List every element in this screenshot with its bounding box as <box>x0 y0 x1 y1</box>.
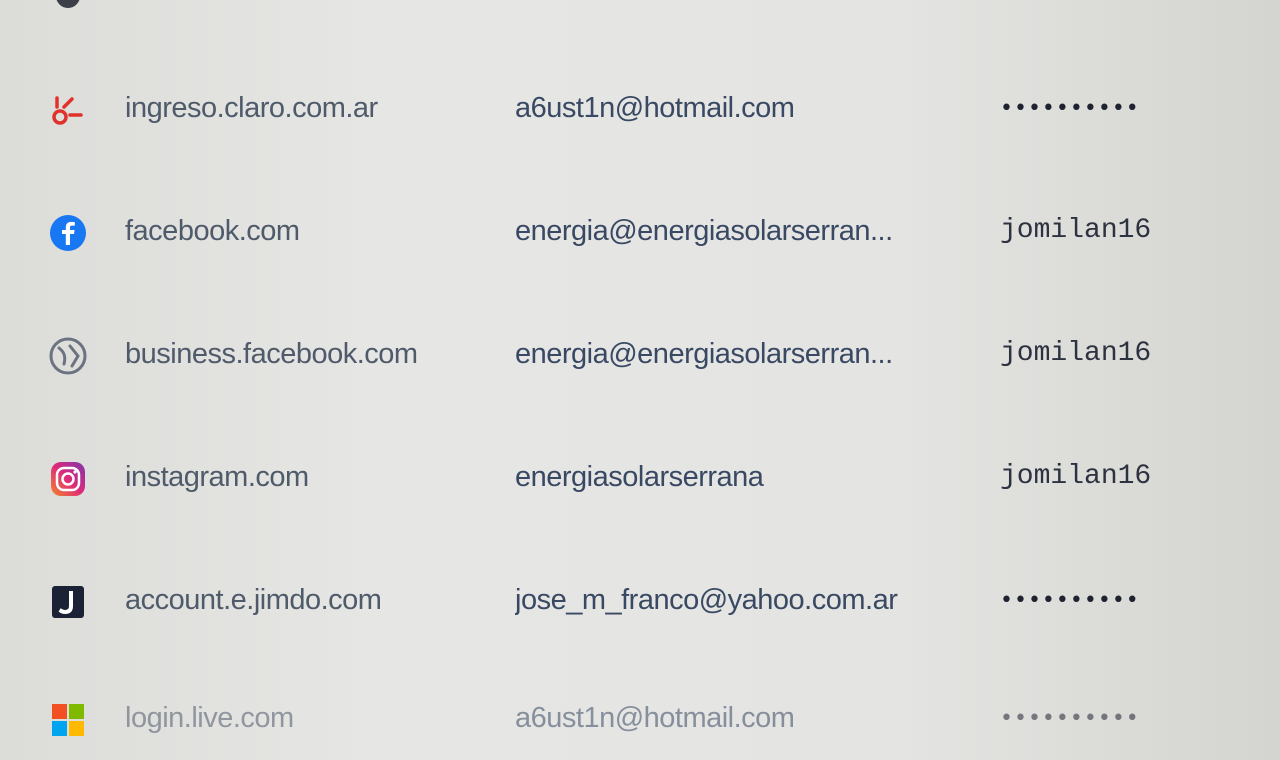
site-name: account.e.jimdo.com <box>125 584 382 616</box>
site-name: instagram.com <box>125 461 309 493</box>
site-name: ingreso.claro.com.ar <box>125 92 378 124</box>
password-masked: •••••••••• <box>1000 588 1140 613</box>
username: a6ust1n@hotmail.com <box>515 92 795 124</box>
site-name: login.live.com <box>125 702 294 734</box>
password-row[interactable]: facebook.com energia@energiasolarserran.… <box>0 193 1280 273</box>
password-masked: •••••••••• <box>1000 706 1140 731</box>
password-visible: jomilan16 <box>1000 461 1152 492</box>
saved-passwords-list: ingreso.claro.com.ar a6ust1n@hotmail.com… <box>0 0 1280 736</box>
password-row[interactable]: ingreso.claro.com.ar a6ust1n@hotmail.com… <box>0 70 1280 150</box>
password-row[interactable]: login.live.com a6ust1n@hotmail.com •••••… <box>0 680 1280 760</box>
password-visible: jomilan16 <box>1000 338 1152 369</box>
username: energia@energiasolarserran... <box>515 215 893 247</box>
password-row[interactable]: account.e.jimdo.com jose_m_franco@yahoo.… <box>0 562 1280 642</box>
username: jose_m_franco@yahoo.com.ar <box>515 584 898 616</box>
globe-icon <box>48 336 88 376</box>
username: energia@energiasolarserran... <box>515 338 893 370</box>
password-row[interactable]: instagram.com energiasolarserrana jomila… <box>0 439 1280 519</box>
facebook-icon <box>48 213 88 253</box>
password-masked: •••••••••• <box>1000 96 1140 121</box>
username: a6ust1n@hotmail.com <box>515 702 795 734</box>
site-name: business.facebook.com <box>125 338 418 370</box>
instagram-icon <box>48 459 88 499</box>
jimdo-icon <box>48 582 88 622</box>
claro-icon <box>48 90 88 130</box>
microsoft-icon <box>48 700 88 740</box>
password-row[interactable]: business.facebook.com energia@energiasol… <box>0 316 1280 396</box>
username: energiasolarserrana <box>515 461 764 493</box>
password-visible: jomilan16 <box>1000 215 1152 246</box>
site-name: facebook.com <box>125 215 300 247</box>
